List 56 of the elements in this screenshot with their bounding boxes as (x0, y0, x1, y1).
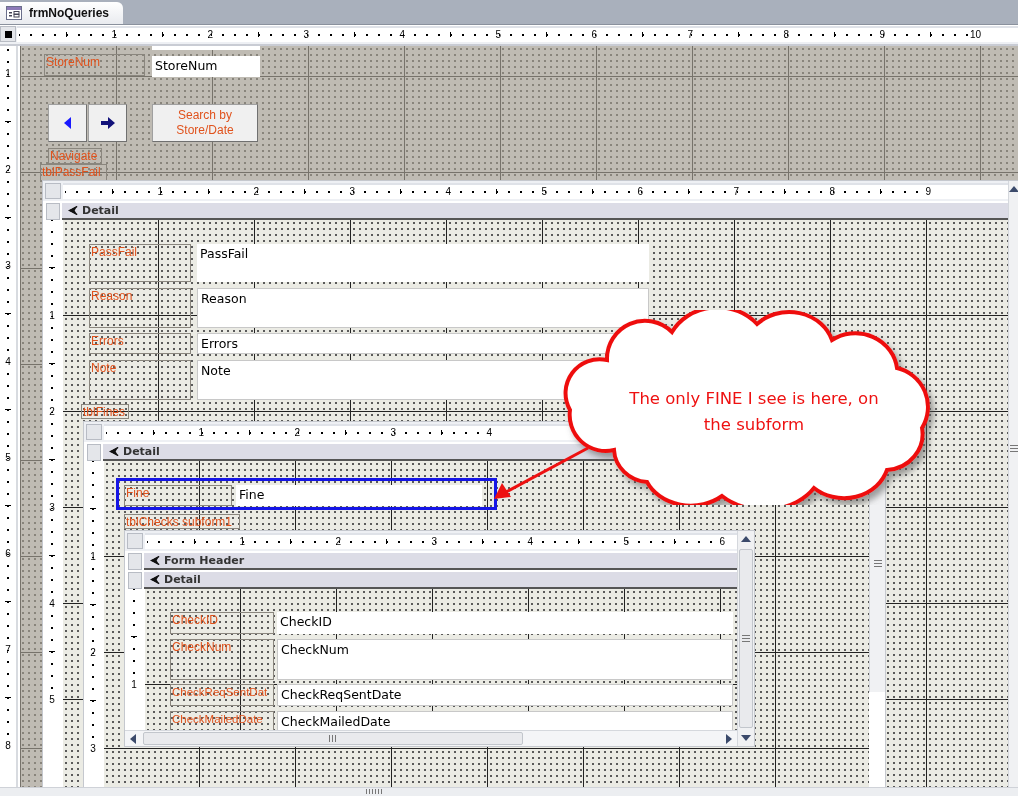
text-field[interactable] (152, 46, 260, 50)
scroll-left-icon[interactable] (129, 733, 137, 744)
select-form-button[interactable] (0, 26, 16, 42)
ruler-number: 8 (5, 740, 11, 752)
chevron-icon (68, 206, 78, 215)
scroll-up-icon[interactable] (1009, 185, 1018, 193)
section-bar[interactable]: Detail (144, 572, 737, 589)
scrollbar-thumb[interactable] (143, 732, 523, 745)
text-field[interactable]: CheckID (277, 612, 733, 634)
field-label: StoreNum (44, 54, 145, 76)
document-tab[interactable]: frmNoQueries (0, 2, 124, 24)
text-field[interactable]: Reason (197, 288, 649, 328)
field-label: Errors (89, 333, 191, 354)
command-button[interactable]: Search by Store/Date (152, 104, 258, 142)
square-icon (4, 30, 12, 38)
text-field[interactable]: CheckReqSentDate (277, 684, 733, 706)
scrollbar-thumb[interactable] (1010, 445, 1018, 453)
scrollbar-thumb[interactable] (873, 560, 882, 568)
right-arrow-icon (100, 117, 115, 129)
previous-button[interactable] (48, 104, 87, 142)
scroll-down-icon[interactable] (741, 734, 751, 742)
ruler-number: 3 (90, 743, 96, 755)
ruler-number: 6 (718, 536, 726, 548)
scrollbar-thumb[interactable] (739, 549, 753, 728)
form-icon (6, 6, 22, 20)
ruler-number: 10 (968, 29, 982, 41)
scroll-right-icon[interactable] (725, 733, 733, 744)
vertical-scrollbar[interactable] (1008, 181, 1018, 787)
field-label: Reason (89, 288, 191, 328)
text-field[interactable]: PassFail (197, 244, 649, 282)
text-field[interactable]: StoreNum (152, 56, 260, 77)
ruler-number: 1 (131, 679, 137, 691)
left-triangle-icon (63, 117, 72, 129)
scroll-up-icon[interactable] (741, 535, 751, 543)
text-field[interactable]: Fine (236, 485, 482, 506)
text-field[interactable]: CheckNum (277, 639, 733, 680)
chevron-icon (150, 575, 160, 584)
field-label: CheckNum (170, 639, 274, 680)
field-label: Fine (124, 485, 232, 506)
field-label: Note (89, 360, 191, 400)
text-field[interactable]: CheckMailedDate (277, 711, 733, 730)
next-button[interactable] (88, 104, 127, 142)
ruler-number: 4 (485, 427, 493, 439)
ruler-number: 9 (924, 186, 932, 198)
field-label: PassFail (89, 244, 191, 282)
vertical-scrollbar[interactable] (737, 531, 754, 746)
ruler-number: 5 (49, 694, 55, 706)
horizontal-scrollbar[interactable] (125, 730, 737, 746)
scrollbar-thumb[interactable] (366, 789, 382, 794)
field-label: Navigate (48, 148, 102, 164)
section-bar[interactable]: Detail (62, 203, 1008, 220)
field-label: CheckID (170, 612, 274, 634)
horizontal-scrollbar[interactable] (0, 787, 1018, 796)
section-bar[interactable]: Form Header (144, 553, 737, 570)
chevron-icon (109, 447, 119, 456)
chevron-icon (150, 556, 160, 565)
